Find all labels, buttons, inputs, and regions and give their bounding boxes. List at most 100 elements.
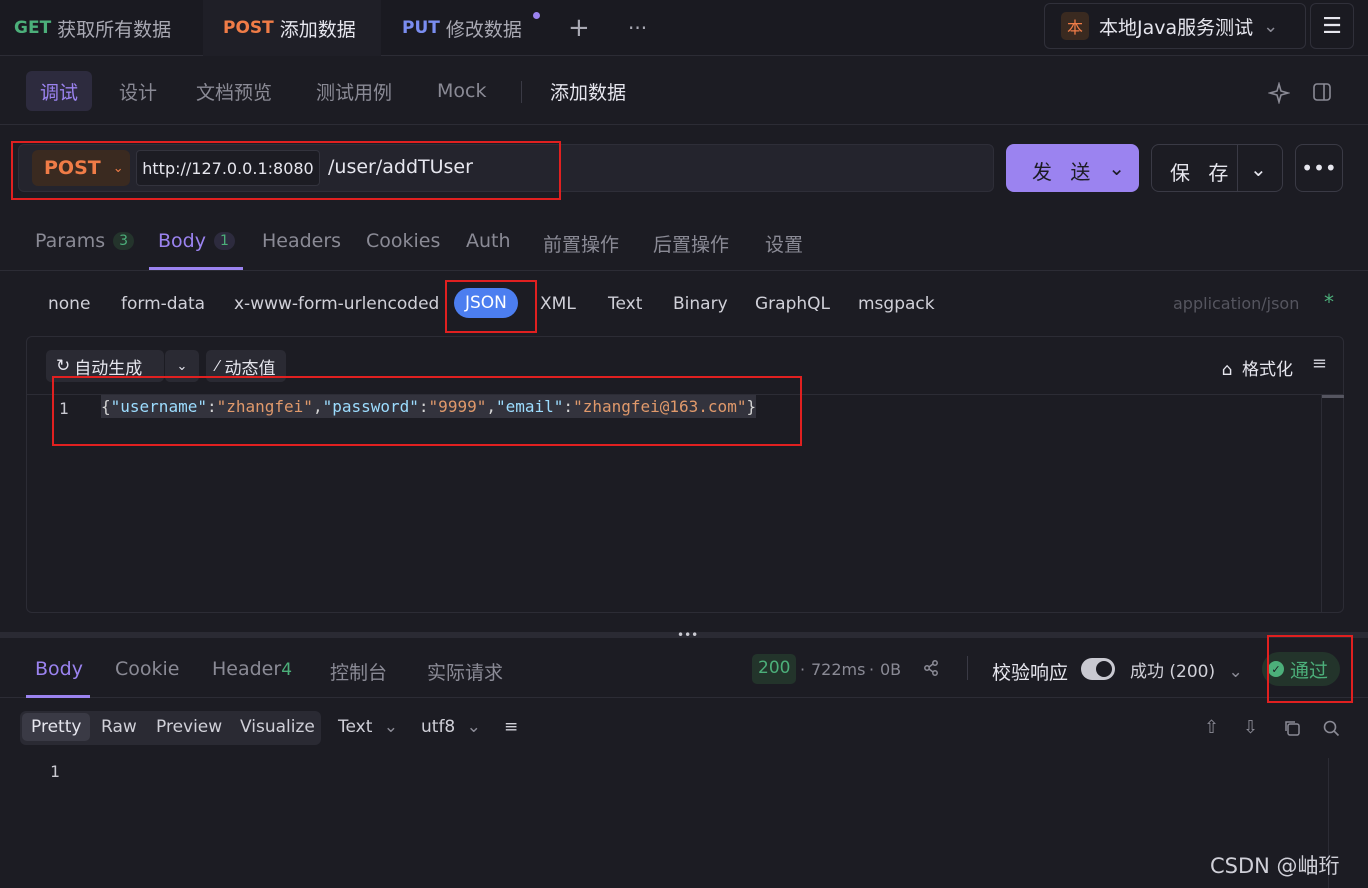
divider — [521, 81, 522, 103]
active-tab-indicator — [26, 695, 90, 698]
view-preview[interactable]: Preview — [156, 717, 222, 737]
tab-add-data[interactable]: POST 添加数据 — [203, 0, 381, 56]
send-button[interactable]: 发 送 ⌄ — [1006, 144, 1139, 192]
count-badge: 4 — [281, 660, 293, 680]
separator-dot: · — [869, 660, 875, 679]
response-tab-header[interactable]: Header4 — [212, 658, 292, 680]
more-options-button[interactable]: ••• — [1295, 144, 1343, 192]
separator-dot: · — [800, 660, 806, 679]
download-icon[interactable]: ⇩ — [1243, 717, 1258, 738]
body-type-binary[interactable]: Binary — [673, 294, 728, 314]
format-icon: ⌂ — [1221, 360, 1233, 380]
mode-test-case[interactable]: 测试用例 — [316, 71, 392, 111]
toggle-knob — [1096, 661, 1112, 677]
chevron-down-icon: ⌄ — [466, 717, 481, 737]
body-type-text[interactable]: Text — [608, 294, 642, 314]
body-type-graphql[interactable]: GraphQL — [755, 294, 830, 314]
response-size: 0B — [880, 660, 902, 679]
tab-settings[interactable]: 设置 — [765, 230, 803, 257]
watermark: CSDN @岫珩 — [1210, 854, 1340, 878]
response-tab-body[interactable]: Body — [35, 658, 83, 680]
response-tabs: Body Cookie Header4 控制台 实际请求 200 · 722ms… — [0, 640, 1368, 698]
magic-icon[interactable] — [1268, 82, 1290, 104]
chevron-down-icon: ⌄ — [1228, 662, 1243, 682]
view-raw[interactable]: Raw — [101, 717, 137, 737]
unsaved-dot — [533, 12, 540, 19]
format-button[interactable]: ⌂ 格式化 — [1222, 355, 1293, 380]
chevron-down-icon[interactable]: ⌄ — [1108, 156, 1125, 180]
tab-headers[interactable]: Headers — [262, 230, 341, 252]
environment-name: 本地Java服务测试 — [1099, 16, 1254, 39]
wrap-lines-icon[interactable]: ≡ — [504, 717, 518, 737]
tab-label: 修改数据 — [445, 18, 522, 41]
tab-body[interactable]: Body 1 — [158, 230, 235, 252]
view-visualize[interactable]: Visualize — [240, 717, 315, 737]
encoding-value: utf8 — [421, 717, 456, 737]
response-tab-cookie[interactable]: Cookie — [115, 658, 180, 680]
response-view-toolbar: Pretty Raw Preview Visualize Text ⌄ utf8… — [0, 700, 1368, 756]
content-type-label: application/json — [1173, 294, 1300, 313]
tab-pre-processors[interactable]: 前置操作 — [543, 230, 619, 257]
annotation-box-pass — [1267, 635, 1353, 703]
body-type-none[interactable]: none — [48, 294, 90, 314]
upload-icon[interactable]: ⇧ — [1204, 717, 1219, 738]
tab-cookies[interactable]: Cookies — [366, 230, 440, 252]
validation-result: 成功 (200) — [1130, 662, 1216, 682]
tab-get-all-data[interactable]: GET 获取所有数据 — [14, 0, 171, 56]
body-type-urlencoded[interactable]: x-www-form-urlencoded — [234, 294, 439, 314]
mode-design[interactable]: 设计 — [119, 71, 157, 111]
mode-doc-preview[interactable]: 文档预览 — [196, 71, 272, 111]
menu-button[interactable]: ☰ — [1310, 3, 1354, 49]
tab-method: GET — [14, 18, 52, 38]
wrap-lines-icon[interactable]: ≡ — [1312, 353, 1327, 374]
panel-toggle-icon[interactable] — [1312, 82, 1332, 102]
body-type-form-data[interactable]: form-data — [121, 294, 205, 314]
mode-debug[interactable]: 调试 — [26, 71, 93, 111]
save-label: 保 存 — [1170, 161, 1235, 185]
count-badge: 1 — [213, 232, 235, 250]
validation-result-select[interactable]: 成功 (200) ⌄ — [1130, 657, 1243, 682]
status-code-badge: 200 — [752, 654, 797, 684]
search-icon[interactable] — [1322, 719, 1340, 737]
response-tab-actual-request[interactable]: 实际请求 — [427, 658, 503, 685]
chevron-down-icon: ⌄ — [176, 358, 188, 374]
annotation-box-json — [445, 280, 537, 333]
validate-response-toggle[interactable] — [1081, 658, 1115, 680]
body-type-xml[interactable]: XML — [540, 294, 576, 314]
validate-response-label: 校验响应 — [992, 662, 1069, 684]
response-tab-console[interactable]: 控制台 — [330, 658, 387, 685]
auto-generate-label: 自动生成 — [74, 358, 143, 379]
editor-scrollbar[interactable] — [1321, 395, 1344, 613]
view-mode-segment: Pretty Raw Preview Visualize — [20, 711, 321, 745]
view-pretty[interactable]: Pretty — [22, 713, 91, 741]
dynamic-value-label: 动态值 — [224, 358, 276, 379]
divider — [1237, 145, 1238, 191]
format-select[interactable]: Text ⌄ — [338, 717, 398, 737]
active-tab-indicator — [149, 267, 243, 270]
copy-icon[interactable] — [1283, 719, 1301, 737]
more-tabs-button[interactable]: ··· — [628, 0, 647, 56]
save-button[interactable]: 保 存 ⌄ — [1151, 144, 1283, 192]
body-type-selector: none form-data x-www-form-urlencoded JSO… — [0, 272, 1368, 336]
format-value: Text — [338, 717, 373, 737]
tab-params[interactable]: Params 3 — [35, 230, 135, 252]
page-title: 添加数据 — [550, 81, 627, 104]
chevron-down-icon[interactable]: ⌄ — [1250, 157, 1267, 181]
request-tabs: Params 3 Body 1 Headers Cookies Auth 前置操… — [0, 216, 1368, 271]
tab-method: PUT — [402, 18, 440, 38]
send-label: 发 送 — [1032, 160, 1097, 184]
new-tab-button[interactable]: + — [568, 0, 590, 56]
refresh-icon: ↻ — [56, 356, 71, 376]
scroll-thumb[interactable] — [1322, 395, 1344, 398]
environment-selector[interactable]: 本 本地Java服务测试 ⌄ — [1044, 3, 1306, 49]
environment-badge: 本 — [1061, 12, 1089, 40]
encoding-select[interactable]: utf8 ⌄ — [421, 717, 481, 737]
mode-mock[interactable]: Mock — [437, 71, 486, 111]
response-time: 722ms — [811, 660, 866, 679]
share-icon[interactable] — [922, 659, 940, 677]
body-type-msgpack[interactable]: msgpack — [858, 294, 935, 314]
required-marker: * — [1324, 290, 1334, 314]
tab-update-data[interactable]: PUT 修改数据 — [402, 0, 522, 56]
tab-post-processors[interactable]: 后置操作 — [653, 230, 729, 257]
tab-auth[interactable]: Auth — [466, 230, 511, 252]
